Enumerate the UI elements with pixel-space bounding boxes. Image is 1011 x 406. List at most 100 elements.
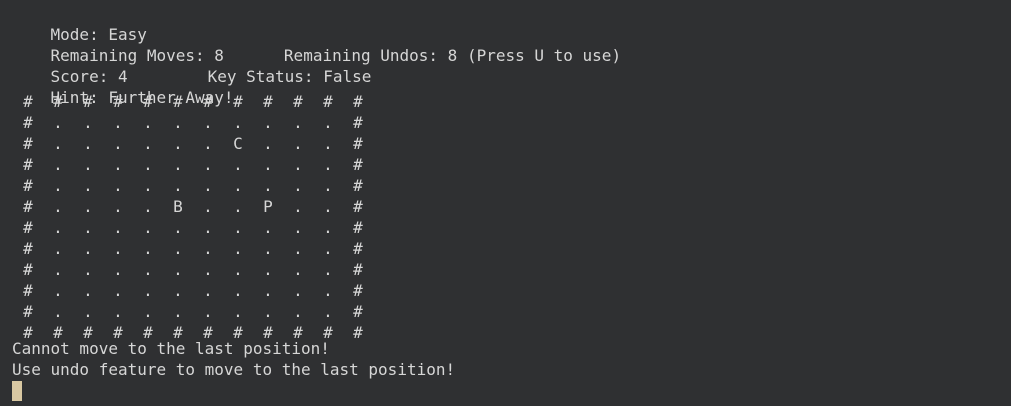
board-cell-wall: # [323,92,333,111]
board-cell-wall: # [263,92,273,111]
board-cell-floor: . [113,197,123,216]
board-cell-floor: . [53,281,63,300]
board-cell-floor: . [203,197,213,216]
board-cell-floor: . [143,302,153,321]
board-cell-floor: . [203,218,213,237]
board-cell-floor: . [293,218,303,237]
board-cell-floor: . [203,113,213,132]
board-cell-wall: # [353,176,363,195]
board-cell-floor: . [83,134,93,153]
board-cell-floor: . [233,197,243,216]
board-cell-wall: # [353,113,363,132]
board-cell-wall: # [23,155,33,174]
board-cell-floor: . [263,302,273,321]
board-cell-floor: . [263,176,273,195]
board-cell-floor: . [83,113,93,132]
board-cell-floor: . [53,239,63,258]
mode-line: Mode: Easy [12,3,621,44]
board-cell-wall: # [23,302,33,321]
board-cell-floor: . [143,197,153,216]
board-cell-floor: . [233,155,243,174]
board-cell-floor: . [263,113,273,132]
board-cell-wall: # [353,197,363,216]
board-cell-floor: . [173,155,183,174]
board-cell-floor: . [53,134,63,153]
board-cell-floor: . [53,302,63,321]
board-cell-floor: . [323,134,333,153]
board-cell-floor: . [53,260,63,279]
board-cell-floor: . [53,113,63,132]
board-cell-floor: . [293,302,303,321]
board-cell-wall: # [353,239,363,258]
board-cell-floor: . [113,260,123,279]
message-area: Cannot move to the last position! Use un… [12,338,455,380]
board-cell-floor: . [233,239,243,258]
board-cell-floor: . [233,260,243,279]
board-cell-floor: . [263,260,273,279]
board-cell-floor: . [323,155,333,174]
board-cell-floor: . [113,302,123,321]
board-cell-floor: . [323,113,333,132]
board-cell-floor: . [263,281,273,300]
board-cell-floor: . [143,155,153,174]
board-cell-floor: . [263,218,273,237]
board-cell-wall: # [23,92,33,111]
board-cell-wall: # [353,302,363,321]
board-cell-wall: # [353,281,363,300]
board-cell-floor: . [293,176,303,195]
board-cell-wall: # [23,197,33,216]
board-cell-wall: # [23,218,33,237]
board-cell-floor: . [323,239,333,258]
terminal-cursor[interactable] [12,381,22,401]
board-cell-wall: # [113,92,123,111]
board-cell-floor: . [113,218,123,237]
board-cell-floor: . [173,113,183,132]
board-cell-wall: # [143,92,153,111]
board-cell-floor: . [293,197,303,216]
board-cell-floor: . [203,239,213,258]
board-cell-floor: . [83,176,93,195]
board-cell-floor: . [323,260,333,279]
board-cell-floor: . [173,218,183,237]
terminal-output: Mode: Easy Remaining Moves: 8 Remaining U… [12,3,621,379]
board-cell-floor: . [83,155,93,174]
board-cell-wall: # [293,92,303,111]
board-cell-floor: . [173,260,183,279]
board-cell-floor: . [233,281,243,300]
board-cell-floor: . [203,176,213,195]
box-marker: B [173,197,183,216]
board-cell-floor: . [113,113,123,132]
board-cell-floor: . [263,239,273,258]
board-cell-floor: . [143,134,153,153]
board-cell-wall: # [353,92,363,111]
board-cell-floor: . [83,302,93,321]
player-marker: P [263,197,273,216]
board-cell-floor: . [83,281,93,300]
board-cell-floor: . [323,302,333,321]
board-cell-floor: . [323,218,333,237]
board-cell-floor: . [293,281,303,300]
board-cell-wall: # [353,155,363,174]
board-cell-floor: . [113,155,123,174]
board-cell-floor: . [83,218,93,237]
board-cell-floor: . [143,176,153,195]
board-cell-wall: # [23,239,33,258]
board-cell-floor: . [203,134,213,153]
board-cell-floor: . [263,134,273,153]
board-cell-floor: . [173,176,183,195]
board-cell-floor: . [173,302,183,321]
board-cell-floor: . [293,113,303,132]
board-cell-wall: # [353,218,363,237]
board-cell-floor: . [113,134,123,153]
key-status-text: Key Status: False [207,67,372,86]
board-cell-floor: . [173,239,183,258]
board-cell-floor: . [143,113,153,132]
message-line-1: Cannot move to the last position! [12,339,330,358]
board-cell-floor: . [233,218,243,237]
board-cell-wall: # [173,92,183,111]
board-cell-floor: . [203,281,213,300]
board-cell-floor: . [293,260,303,279]
board-cell-floor: . [113,281,123,300]
board-cell-wall: # [23,134,33,153]
chest-marker: C [233,134,243,153]
